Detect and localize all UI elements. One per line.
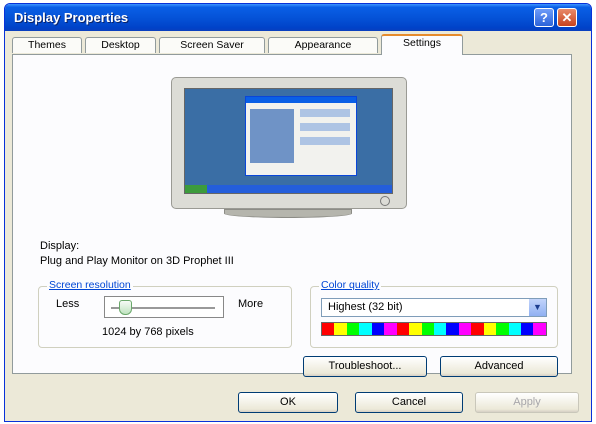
close-button[interactable]: ✕ xyxy=(557,8,577,27)
apply-button: Apply xyxy=(475,392,579,413)
troubleshoot-button[interactable]: Troubleshoot... xyxy=(303,356,427,377)
color-swatch xyxy=(521,323,534,335)
color-swatch xyxy=(496,323,509,335)
color-swatch xyxy=(483,323,497,335)
monitor-preview xyxy=(171,77,407,209)
monitor-stand xyxy=(224,209,352,218)
color-swatch xyxy=(446,323,459,335)
color-quality-group: Color quality xyxy=(310,279,558,348)
title-bar[interactable]: Display Properties ? ✕ xyxy=(5,4,591,31)
tab-settings[interactable]: Settings xyxy=(381,34,463,55)
color-swatch xyxy=(409,323,422,335)
chevron-down-icon[interactable]: ▼ xyxy=(529,299,546,316)
tab-themes[interactable]: Themes xyxy=(12,37,82,53)
tab-desktop[interactable]: Desktop xyxy=(85,37,156,53)
resolution-slider[interactable] xyxy=(104,296,224,318)
cancel-button[interactable]: Cancel xyxy=(355,392,463,413)
preview-window xyxy=(245,96,357,176)
resolution-more-label: More xyxy=(238,298,264,310)
color-swatch xyxy=(359,323,372,335)
resolution-value: 1024 by 768 pixels xyxy=(102,326,194,338)
color-swatch xyxy=(346,323,360,335)
color-swatch xyxy=(458,323,472,335)
screen-resolution-legend: Screen resolution xyxy=(47,279,133,291)
color-swatch xyxy=(322,323,335,335)
color-quality-value: Highest (32 bit) xyxy=(328,301,403,313)
color-swatch xyxy=(421,323,434,335)
display-value: Plug and Play Monitor on 3D Prophet III xyxy=(40,255,234,267)
color-swatch xyxy=(384,323,397,335)
display-label: Display: xyxy=(40,240,80,252)
tab-screen-saver[interactable]: Screen Saver xyxy=(159,37,265,53)
color-swatch xyxy=(334,323,347,335)
color-quality-legend: Color quality xyxy=(319,279,382,291)
color-swatch xyxy=(508,323,521,335)
preview-taskbar xyxy=(185,185,392,193)
color-swatch xyxy=(533,323,546,335)
resolution-less-label: Less xyxy=(56,298,80,310)
power-indicator-icon xyxy=(380,196,390,206)
help-button[interactable]: ? xyxy=(534,8,554,27)
ok-button[interactable]: OK xyxy=(238,392,338,413)
color-palette-bar xyxy=(321,322,547,336)
color-swatch xyxy=(396,323,410,335)
window-title: Display Properties xyxy=(14,10,129,25)
monitor-screen xyxy=(184,88,393,194)
color-swatch xyxy=(371,323,385,335)
advanced-button[interactable]: Advanced xyxy=(440,356,558,377)
preview-start-button xyxy=(185,185,207,193)
color-quality-select[interactable]: Highest (32 bit) ▼ xyxy=(321,298,547,317)
slider-thumb[interactable] xyxy=(118,300,132,315)
color-swatch xyxy=(471,323,484,335)
color-swatch xyxy=(433,323,447,335)
tab-appearance[interactable]: Appearance xyxy=(268,37,378,53)
